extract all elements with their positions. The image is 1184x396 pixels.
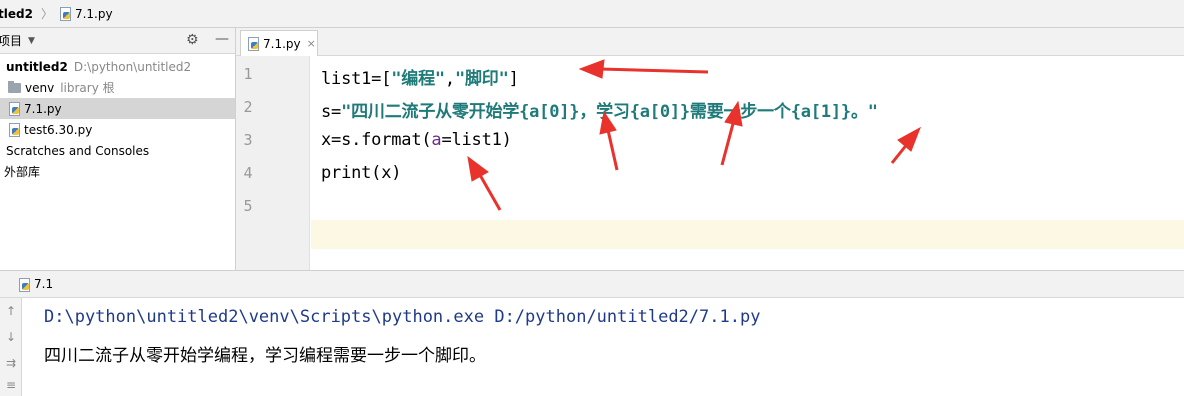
line-number: 1 [243,65,253,83]
code-token: list1=[ [321,69,392,89]
run-panel: 7.1 ↑ ↓ ⇉ ≡ D:\python\untitled2\venv\Scr… [0,270,1184,396]
code-line-3[interactable]: x=s.format(a=list1) [321,130,512,150]
scroll-up-icon[interactable]: ↑ [4,304,18,318]
project-panel: 项目 ▼ ⚙ — untitled2 D:\python\untitled2 v… [0,28,236,270]
tree-item-label: Scratches and Consoles [6,143,150,158]
line-number: 2 [243,98,253,116]
soft-wrap-icon[interactable]: ⇉ [4,356,18,370]
tree-item-label: 外部库 [4,165,41,179]
python-file-icon [8,123,20,137]
project-panel-header: 项目 ▼ ⚙ — [0,28,235,54]
tree-item-label: untitled2 [6,59,68,74]
run-toolbar: ↑ ↓ ⇉ ≡ [0,298,22,396]
python-file-icon [8,102,20,116]
python-file-icon [18,277,30,292]
code-token: x=s.format( [321,130,432,150]
close-icon[interactable]: × [307,37,316,50]
code-token: print(x) [321,163,402,183]
string-literal: "编程" [391,69,445,89]
line-number: 5 [243,197,253,215]
gear-icon[interactable]: ⚙ [186,32,199,48]
tree-item-project-root[interactable]: untitled2 D:\python\untitled2 [0,56,235,77]
run-tab-label[interactable]: 7.1 [34,277,53,291]
code-token: , [444,69,455,89]
editor-tab-bar: 7.1.py × [236,28,1184,56]
python-file-icon [59,7,71,21]
code-line-1[interactable]: list1=["编程","脚印"] [321,64,519,89]
code-token: ] [508,69,519,89]
run-panel-header: 7.1 [0,271,1184,298]
folder-icon [8,80,21,93]
tree-item-label: venv [25,80,55,95]
tab-7-1-py[interactable]: 7.1.py × [240,30,318,56]
breadcrumb-project[interactable]: tled2 [0,7,33,21]
hide-panel-icon[interactable]: — [215,31,229,47]
line-number: 3 [243,131,253,149]
code-token: s= [321,102,342,122]
code-line-4[interactable]: print(x) [321,163,401,183]
chevron-down-icon[interactable]: ▼ [28,36,35,46]
line-number: 4 [243,164,253,182]
tree-item-path: D:\python\untitled2 [73,59,192,74]
line-number-gutter: 1 2 3 4 5 [236,56,310,270]
tab-label: 7.1.py [263,36,301,51]
tree-item-scratches[interactable]: Scratches and Consoles [0,140,235,161]
string-literal: "四川二流子从零开始学{a[0]}，学习{a[0]}需要一步一个{a[1]}。" [341,102,878,122]
navigation-bar: tled2 〉 7.1.py [0,0,1184,28]
tree-item-label: 7.1.py [24,101,62,116]
tree-item-extra: library 根 [60,81,115,95]
console-output-line: 四川二流子从零开始学编程，学习编程需要一步一个脚印。 [44,346,486,366]
keyword-argument: a [431,130,442,150]
chevron-right-icon: 〉 [40,7,53,21]
code-token: =list1) [441,130,512,150]
python-file-icon [247,37,259,51]
string-literal: "脚印" [454,69,509,89]
tree-item-test6-30-py[interactable]: test6.30.py [0,119,235,140]
scroll-to-end-icon[interactable]: ≡ [4,378,18,392]
scroll-down-icon[interactable]: ↓ [4,330,18,344]
code-area[interactable]: list1=["编程","脚印"] s="四川二流子从零开始学{a[0]}，学习… [311,56,1184,270]
code-line-2[interactable]: s="四川二流子从零开始学{a[0]}，学习{a[0]}需要一步一个{a[1]}… [321,97,878,122]
current-line-highlight [311,220,1184,249]
tree-item-venv[interactable]: venv library 根 [0,77,235,98]
console-output-line: D:\python\untitled2\venv\Scripts\python.… [44,307,761,327]
tree-item-label: test6.30.py [24,122,93,137]
tree-item-7-1-py[interactable]: 7.1.py [0,98,235,119]
project-view-selector[interactable]: 项目 [0,32,22,49]
code-editor: 7.1.py × 1 2 3 4 5 list1=["编程","脚印"] s="… [236,28,1184,270]
tree-item-external-libraries[interactable]: 外部库 [0,161,235,182]
breadcrumb-file[interactable]: 7.1.py [75,7,113,21]
